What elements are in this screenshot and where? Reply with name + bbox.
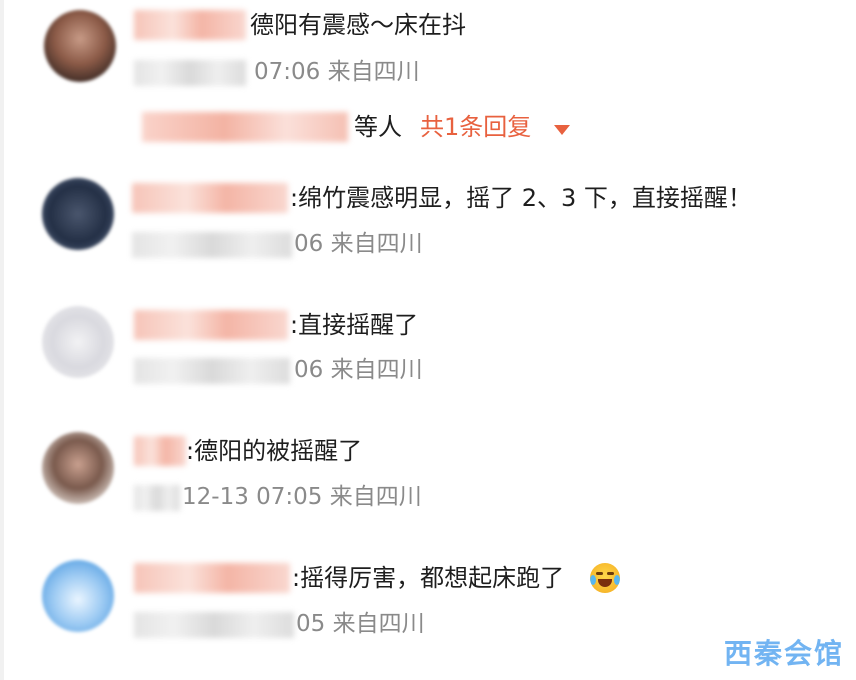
reply-users-blurred xyxy=(142,112,348,142)
username-blurred[interactable] xyxy=(132,183,288,213)
comment-meta: 12-13 07:05 来自四川 xyxy=(182,484,422,510)
avatar[interactable] xyxy=(42,560,114,632)
avatar[interactable] xyxy=(42,178,114,250)
avatar[interactable] xyxy=(42,432,114,504)
date-blurred xyxy=(132,232,292,258)
watermark-logo: 西秦会馆 xyxy=(723,637,844,670)
comment-text: :绵竹震感明显，摇了 2、3 下，直接摇醒！ xyxy=(290,184,752,212)
reply-count-link[interactable]: 共1条回复 xyxy=(420,112,531,142)
date-blurred xyxy=(134,358,290,384)
laugh-cry-emoji-icon xyxy=(590,563,620,593)
comment-meta: 06 来自四川 xyxy=(294,231,423,257)
username-blurred[interactable] xyxy=(134,310,288,340)
left-edge-divider xyxy=(0,0,4,680)
comment-meta: 07:06 来自四川 xyxy=(254,59,420,85)
reply-suffix: 等人 xyxy=(354,113,402,141)
comment-text: 德阳有震感～床在抖 xyxy=(250,11,466,39)
username-blurred[interactable] xyxy=(134,563,290,593)
comment-meta: 06 来自四川 xyxy=(294,357,423,383)
comment-text: :摇得厉害，都想起床跑了 xyxy=(292,564,565,592)
avatar[interactable] xyxy=(44,10,116,82)
username-blurred[interactable] xyxy=(134,10,246,40)
comment-text: :直接摇醒了 xyxy=(290,311,419,339)
date-blurred xyxy=(134,60,246,86)
date-blurred xyxy=(134,612,294,638)
comment-text: :德阳的被摇醒了 xyxy=(186,437,363,465)
caret-down-icon[interactable] xyxy=(554,125,570,135)
comment-meta: 05 来自四川 xyxy=(296,611,425,637)
username-blurred[interactable] xyxy=(134,436,186,466)
avatar[interactable] xyxy=(42,306,114,378)
date-blurred xyxy=(134,485,180,511)
